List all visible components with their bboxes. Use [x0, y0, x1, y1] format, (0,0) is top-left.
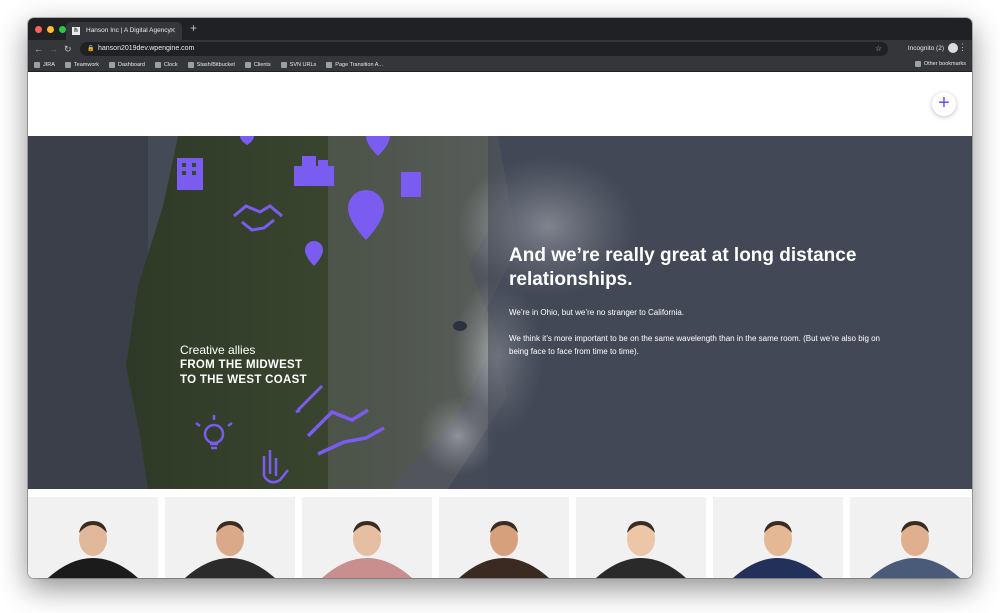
- menu-kebab-icon[interactable]: ⋮: [958, 42, 967, 53]
- allies-line-1: Creative allies: [180, 343, 256, 357]
- bookmark-label: Page Transition A...: [335, 61, 383, 68]
- bookmark-item[interactable]: Teamwork: [64, 61, 99, 68]
- incognito-profile[interactable]: Incognito (2): [908, 43, 958, 53]
- new-tab-icon[interactable]: +: [190, 21, 197, 35]
- hanson-icon: [108, 61, 115, 68]
- team-member-6-card[interactable]: [713, 497, 843, 578]
- team-member-4-card[interactable]: [439, 497, 569, 578]
- bookmark-label: SVN URLs: [289, 61, 317, 68]
- bitbucket-icon: [187, 61, 194, 68]
- url-text: hanson2019dev.wpengine.com: [98, 45, 195, 52]
- team-photo: [596, 521, 686, 578]
- bookmark-item[interactable]: Page Transition A...: [326, 61, 383, 68]
- bookmark-icon: [326, 61, 333, 68]
- bookmark-label: Teamwork: [73, 61, 99, 68]
- building-icon: [177, 158, 203, 190]
- team-member-5-card[interactable]: [576, 497, 706, 578]
- team-member-3-card[interactable]: [302, 497, 432, 578]
- navigation-bar: ← → ↻ 🔒 hanson2019dev.wpengine.com ☆ Inc…: [28, 40, 972, 58]
- lock-icon: 🔒: [87, 46, 95, 52]
- bookmark-label: Dashboard: [117, 61, 145, 68]
- tab-bar: h Hanson Inc | A Digital Agency ✕ +: [28, 18, 972, 40]
- hero-paragraph-2: We think it’s more important to be on th…: [509, 334, 881, 356]
- page-content: + Creative allies FROM THE MIDWEST TO TH…: [28, 72, 972, 578]
- team-photo: [459, 521, 549, 578]
- allies-caption: Creative allies FROM THE MIDWEST TO THE …: [180, 343, 307, 388]
- bookmark-item[interactable]: JIRA: [34, 61, 55, 68]
- close-window-icon[interactable]: [35, 26, 42, 33]
- bookmark-item[interactable]: Clock: [154, 61, 178, 68]
- minimize-window-icon[interactable]: [47, 26, 54, 33]
- window-controls: [35, 26, 66, 33]
- team-photo: [322, 521, 412, 578]
- team-photo: [733, 521, 823, 578]
- reload-icon[interactable]: ↻: [64, 43, 72, 55]
- team-member-2-card[interactable]: [165, 497, 295, 578]
- team-member-7-card[interactable]: [850, 497, 971, 578]
- allies-line-3: TO THE WEST COAST: [180, 374, 307, 386]
- office-building-icon: [401, 172, 421, 197]
- bookmark-star-icon[interactable]: ☆: [875, 42, 882, 56]
- back-icon[interactable]: ←: [34, 43, 43, 55]
- team-strip: [28, 489, 972, 578]
- maximize-window-icon[interactable]: [59, 26, 66, 33]
- browser-window: h Hanson Inc | A Digital Agency ✕ + ← → …: [28, 18, 972, 578]
- team-member-1-card[interactable]: [28, 497, 158, 578]
- bookmark-label: Clock: [163, 61, 178, 68]
- forward-icon[interactable]: →: [49, 43, 58, 55]
- other-bookmarks-label: Other bookmarks: [923, 61, 966, 67]
- bookmark-item[interactable]: SVN URLs: [280, 61, 317, 68]
- jira-icon: [34, 61, 40, 68]
- bookmark-item[interactable]: Clients: [244, 61, 271, 68]
- bookmark-item[interactable]: Stash/Bitbucket: [187, 61, 235, 68]
- hanson-favicon-icon: h: [72, 27, 80, 35]
- other-bookmarks[interactable]: Other bookmarks: [914, 61, 966, 67]
- incognito-avatar-icon: [948, 43, 958, 53]
- bookmark-label: JIRA: [43, 61, 55, 68]
- profile-label: Incognito (2): [907, 44, 944, 52]
- folder-icon: [244, 61, 251, 68]
- bookmark-item[interactable]: Dashboard: [108, 61, 145, 68]
- clock-icon: [154, 61, 161, 68]
- hanson-icon: [64, 61, 71, 68]
- team-photo: [185, 521, 275, 578]
- folder-icon: [914, 61, 921, 67]
- plus-menu-button[interactable]: +: [932, 92, 956, 116]
- hanson-icon: [280, 61, 287, 68]
- address-bar[interactable]: 🔒 hanson2019dev.wpengine.com ☆: [80, 42, 888, 56]
- bookmark-label: Stash/Bitbucket: [196, 61, 235, 68]
- team-photo: [48, 521, 138, 578]
- hero-copy: And we’re really great at long distance …: [509, 244, 889, 371]
- site-header: +: [28, 72, 972, 136]
- bookmark-label: Clients: [253, 61, 271, 68]
- browser-tab[interactable]: h Hanson Inc | A Digital Agency ✕: [66, 22, 182, 40]
- team-photo: [870, 521, 960, 578]
- hero-paragraph-1: We’re in Ohio, but we’re no stranger to …: [509, 308, 685, 317]
- hero-section: Creative allies FROM THE MIDWEST TO THE …: [28, 136, 972, 489]
- tab-title: Hanson Inc | A Digital Agency: [86, 27, 171, 34]
- tab-close-icon[interactable]: ✕: [169, 22, 176, 40]
- hero-title: And we’re really great at long distance …: [509, 245, 857, 290]
- allies-line-2: FROM THE MIDWEST: [180, 359, 303, 371]
- bookmarks-bar: JIRA Teamwork Dashboard Clock Stash/Bitbucke…: [28, 58, 972, 72]
